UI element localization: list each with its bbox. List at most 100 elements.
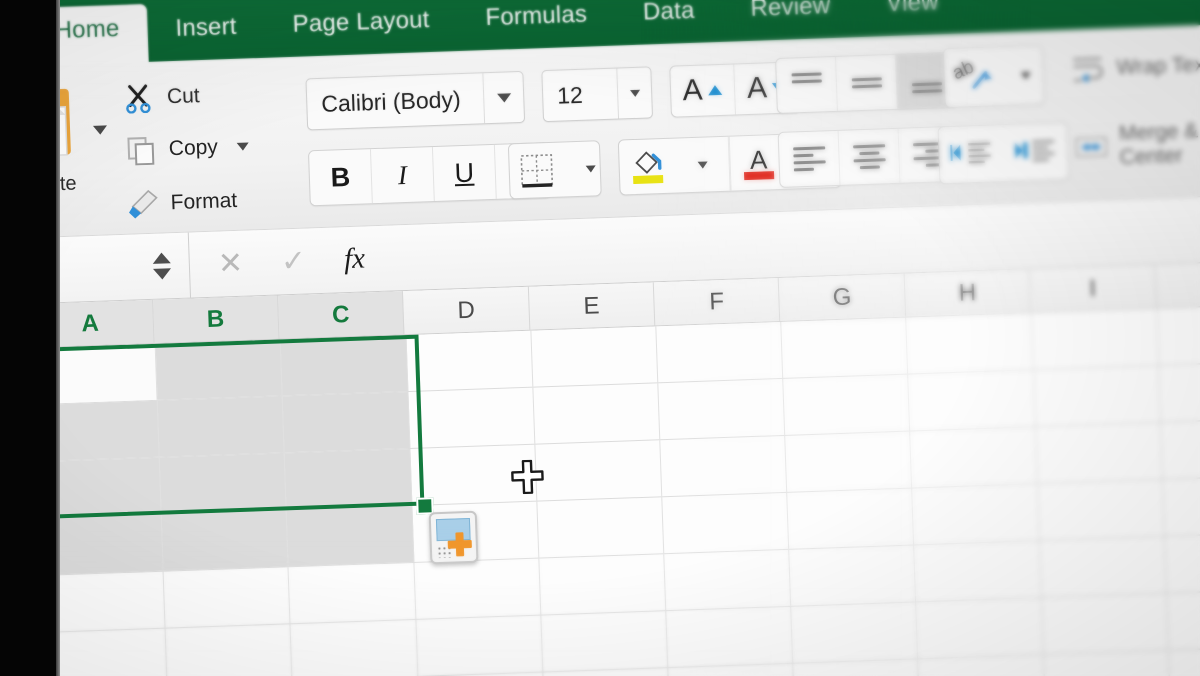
cell-c6[interactable]: [290, 619, 418, 676]
cut-button[interactable]: Cut: [121, 80, 200, 115]
increase-font-size-button[interactable]: A: [670, 64, 736, 117]
cell-e6[interactable]: [541, 611, 669, 672]
cell-i6[interactable]: [1041, 593, 1169, 655]
tab-page-layout[interactable]: Page Layout: [264, 0, 459, 54]
column-header-h[interactable]: H: [904, 269, 1032, 317]
cell-h5[interactable]: [914, 541, 1042, 602]
cell-f5[interactable]: [664, 549, 792, 611]
cell-b4[interactable]: [161, 510, 289, 571]
cell-j3[interactable]: [1160, 418, 1200, 479]
tab-review[interactable]: Review: [722, 0, 860, 38]
cell-i2[interactable]: [1033, 365, 1161, 427]
align-left-button[interactable]: [778, 130, 841, 187]
cell-i7[interactable]: [1043, 650, 1171, 676]
cell-g1[interactable]: [781, 317, 909, 378]
cell-b6[interactable]: [165, 624, 293, 676]
cell-d5[interactable]: [414, 558, 542, 619]
cell-f6[interactable]: [666, 606, 794, 668]
font-name-combobox[interactable]: Calibri (Body): [305, 70, 526, 131]
cell-j1[interactable]: [1156, 304, 1200, 365]
tab-insert[interactable]: Insert: [147, 2, 266, 58]
align-center-button[interactable]: [838, 128, 901, 185]
cell-i1[interactable]: [1031, 308, 1159, 370]
cell-g5[interactable]: [789, 545, 917, 606]
cell-j5[interactable]: [1164, 532, 1200, 593]
borders-dropdown-icon[interactable]: [563, 141, 619, 197]
cell-b3[interactable]: [159, 453, 287, 514]
font-size-dropdown-icon[interactable]: [616, 67, 653, 119]
cell-e4[interactable]: [537, 497, 665, 558]
increase-indent-button[interactable]: [1002, 123, 1068, 181]
cell-c1[interactable]: [280, 335, 409, 396]
cell-i4[interactable]: [1037, 479, 1165, 541]
cell-b1[interactable]: [155, 339, 283, 400]
bold-button[interactable]: B: [308, 149, 373, 206]
column-header-i[interactable]: I: [1029, 264, 1157, 313]
enter-formula-icon[interactable]: ✓: [280, 244, 306, 280]
cell-f3[interactable]: [660, 435, 788, 497]
cell-b2[interactable]: [157, 396, 285, 457]
quick-analysis-button[interactable]: [428, 510, 479, 565]
column-header-f[interactable]: F: [653, 278, 781, 326]
insert-function-icon[interactable]: fx: [343, 242, 365, 276]
cancel-formula-icon[interactable]: ✕: [217, 246, 243, 282]
cell-e1[interactable]: [531, 326, 659, 387]
cell-h7[interactable]: [918, 655, 1046, 676]
fill-color-button[interactable]: [619, 139, 677, 195]
cell-h6[interactable]: [916, 598, 1044, 659]
cell-d1[interactable]: [406, 330, 534, 392]
borders-button[interactable]: [507, 140, 602, 200]
cell-e5[interactable]: [539, 554, 667, 615]
cell-d2[interactable]: [408, 387, 536, 449]
name-box-spinner[interactable]: [152, 252, 172, 280]
font-name-dropdown-icon[interactable]: [482, 71, 525, 124]
font-size-combobox[interactable]: 12: [541, 66, 654, 123]
column-header-g[interactable]: G: [779, 273, 906, 321]
cell-j2[interactable]: [1158, 361, 1200, 422]
cell-h3[interactable]: [910, 427, 1038, 488]
cell-b5[interactable]: [163, 567, 291, 628]
cell-h1[interactable]: [906, 313, 1034, 374]
cell-f1[interactable]: [656, 321, 784, 383]
paste-dropdown-icon[interactable]: [92, 125, 108, 135]
cell-h4[interactable]: [912, 484, 1040, 545]
cell-d6[interactable]: [416, 615, 544, 676]
format-painter-button[interactable]: Format: [125, 185, 238, 221]
cell-g4[interactable]: [787, 488, 915, 549]
cell-g2[interactable]: [783, 374, 911, 435]
tab-view[interactable]: View: [857, 0, 967, 33]
column-header-e[interactable]: E: [528, 282, 656, 330]
tab-data[interactable]: Data: [614, 0, 723, 42]
cell-e2[interactable]: [533, 383, 661, 444]
tab-formulas[interactable]: Formulas: [457, 0, 616, 47]
orientation-dropdown-icon[interactable]: [998, 45, 1054, 105]
cell-j4[interactable]: [1162, 475, 1200, 536]
column-header-b[interactable]: B: [152, 295, 280, 343]
cell-c4[interactable]: [286, 505, 414, 567]
column-header-c[interactable]: C: [277, 291, 405, 339]
cell-f2[interactable]: [658, 378, 786, 440]
cell-c3[interactable]: [284, 449, 413, 510]
column-header-j[interactable]: J: [1155, 260, 1200, 308]
cell-g6[interactable]: [791, 602, 919, 663]
underline-button[interactable]: U: [432, 144, 497, 201]
orientation-button[interactable]: ab: [942, 44, 1045, 109]
cell-f4[interactable]: [662, 492, 790, 554]
cell-i3[interactable]: [1035, 422, 1163, 484]
cell-c5[interactable]: [288, 562, 416, 624]
align-top-button[interactable]: [776, 56, 838, 113]
merge-center-button[interactable]: Merge & Center: [1073, 117, 1200, 172]
copy-button[interactable]: Copy: [123, 130, 249, 166]
copy-dropdown-icon[interactable]: [236, 142, 249, 151]
cell-c2[interactable]: [282, 392, 411, 453]
cell-i5[interactable]: [1039, 536, 1167, 598]
italic-button[interactable]: I: [370, 147, 435, 204]
cell-j6[interactable]: [1166, 589, 1200, 650]
cell-e3[interactable]: [535, 440, 663, 501]
cell-g3[interactable]: [785, 431, 913, 492]
column-header-d[interactable]: D: [403, 286, 531, 335]
align-middle-button[interactable]: [836, 54, 898, 111]
cell-h2[interactable]: [908, 370, 1036, 431]
cell-j7[interactable]: [1168, 646, 1200, 676]
fill-color-dropdown-icon[interactable]: [674, 136, 731, 193]
